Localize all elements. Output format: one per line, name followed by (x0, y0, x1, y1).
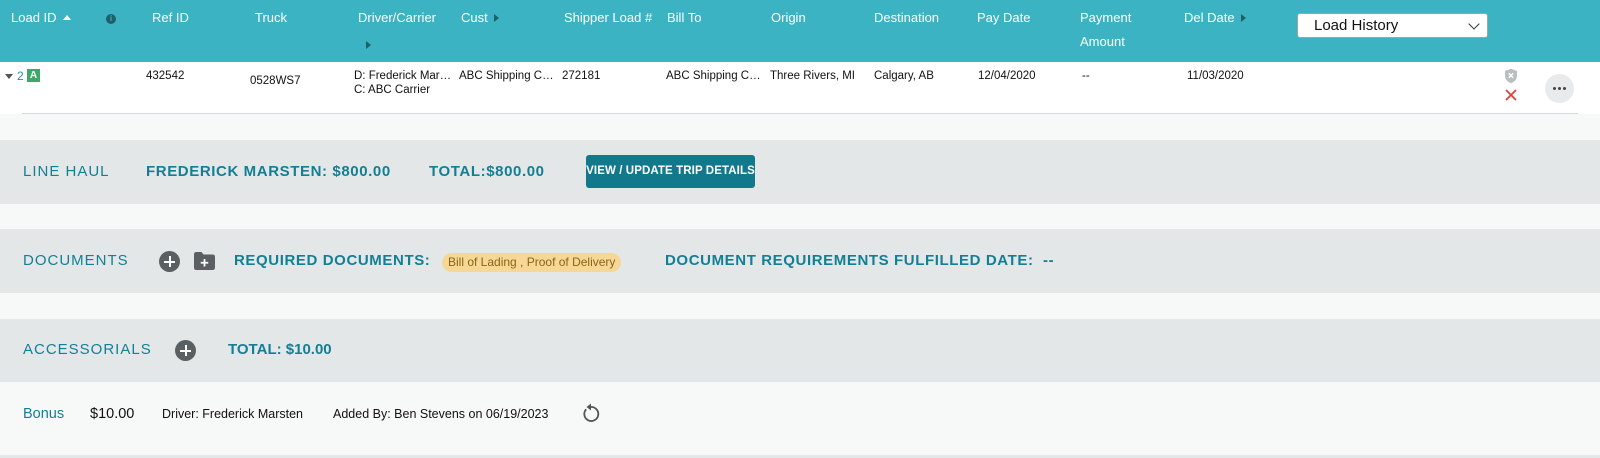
accessorial-driver: Driver: Frederick Marsten (162, 407, 303, 421)
bill-to-value: ABC Shipping Company (666, 70, 764, 82)
del-date-value: 11/03/2020 (1187, 70, 1244, 82)
more-options-button[interactable] (1545, 74, 1574, 103)
customer-value: ABC Shipping Company (459, 70, 559, 82)
fulfilled-date-label: DOCUMENT REQUIREMENTS FULFILLED DATE: (665, 252, 1034, 269)
fulfilled-date-value: -- (1043, 252, 1055, 269)
line-haul-total: TOTAL:$800.00 (429, 163, 545, 180)
col-cust[interactable]: Cust (461, 10, 499, 26)
col-truck[interactable]: Truck (255, 10, 287, 26)
documents-section: DOCUMENTS REQUIRED DOCUMENTS: DOCUMENT R… (0, 229, 1600, 293)
col-origin[interactable]: Origin (771, 10, 806, 26)
close-icon[interactable] (1504, 88, 1518, 102)
view-update-trip-details-button[interactable]: VIEW / UPDATE TRIP DETAILS (586, 155, 755, 188)
accessorial-amount: $10.00 (90, 406, 135, 422)
add-accessorial-button[interactable] (175, 340, 196, 361)
pay-date-value: 12/04/2020 (978, 70, 1036, 82)
info-icon[interactable]: i (106, 14, 116, 24)
load-number-link[interactable]: 2 (17, 69, 24, 83)
carrier-value: C: ABC Carrier (354, 84, 431, 96)
col-shipper-load[interactable]: Shipper Load # (564, 10, 652, 26)
table-row[interactable]: 2 A 432542 0528WS7 D: Frederick Marsten … (0, 62, 1600, 114)
status-badge: A (27, 69, 40, 82)
dot-icon (1553, 87, 1556, 90)
dot-icon (1563, 87, 1566, 90)
accessorials-label: ACCESSORIALS (23, 341, 152, 358)
col-pay-date[interactable]: Pay Date (977, 10, 1030, 26)
driver-value: D: Frederick Marsten (354, 70, 454, 82)
add-document-button[interactable] (159, 251, 180, 272)
col-payment-amount[interactable]: Payment Amount (1080, 6, 1131, 54)
destination-value: Calgary, AB (874, 70, 934, 82)
origin-value: Three Rivers, MI (770, 70, 855, 82)
truck-value: 0528WS7 (250, 75, 301, 87)
col-destination[interactable]: Destination (874, 10, 939, 26)
required-documents-label: REQUIRED DOCUMENTS: (234, 252, 431, 269)
expand-right-icon[interactable] (493, 14, 499, 22)
chevron-down-icon (1468, 18, 1480, 30)
line-haul-section: LINE HAUL FREDERICK MARSTEN: $800.00 TOT… (0, 140, 1600, 204)
line-haul-driver-pay: FREDERICK MARSTEN: $800.00 (146, 163, 391, 180)
shield-icon[interactable] (1504, 68, 1518, 84)
accessorial-added-by: Added By: Ben Stevens on 06/19/2023 (333, 407, 549, 421)
line-haul-label: LINE HAUL (23, 163, 110, 180)
folder-add-icon[interactable] (193, 251, 216, 271)
documents-label: DOCUMENTS (23, 252, 129, 269)
row-divider (22, 113, 1578, 114)
collapse-caret-icon[interactable] (5, 74, 13, 79)
accessorials-total: TOTAL: $10.00 (228, 341, 332, 358)
col-ref-id[interactable]: Ref ID (152, 10, 189, 26)
payment-amount-value: -- (1082, 70, 1090, 82)
sort-ascending-icon (62, 15, 71, 20)
required-documents-pill: Bill of Lading , Proof of Delivery (442, 253, 622, 272)
load-action-select[interactable]: Load History (1297, 13, 1488, 38)
load-board: Load ID i Ref ID Truck Driver/Carrier Cu… (0, 0, 1600, 458)
col-bill-to[interactable]: Bill To (667, 10, 701, 26)
accessorials-section: ACCESSORIALS TOTAL: $10.00 (0, 319, 1600, 382)
ref-id-value: 432542 (146, 70, 185, 82)
accessorial-item: Bonus $10.00 Driver: Frederick Marsten A… (0, 382, 1600, 446)
col-del-date[interactable]: Del Date (1184, 10, 1246, 26)
undo-icon[interactable] (581, 402, 601, 424)
expand-right-icon[interactable] (1240, 14, 1246, 22)
col-driver-carrier[interactable]: Driver/Carrier (358, 10, 436, 26)
accessorial-name-link[interactable]: Bonus (23, 406, 64, 422)
dot-icon (1558, 87, 1561, 90)
col-load-id[interactable]: Load ID (11, 10, 71, 26)
expand-right-icon[interactable] (366, 41, 371, 49)
shipper-load-value: 272181 (562, 70, 601, 82)
